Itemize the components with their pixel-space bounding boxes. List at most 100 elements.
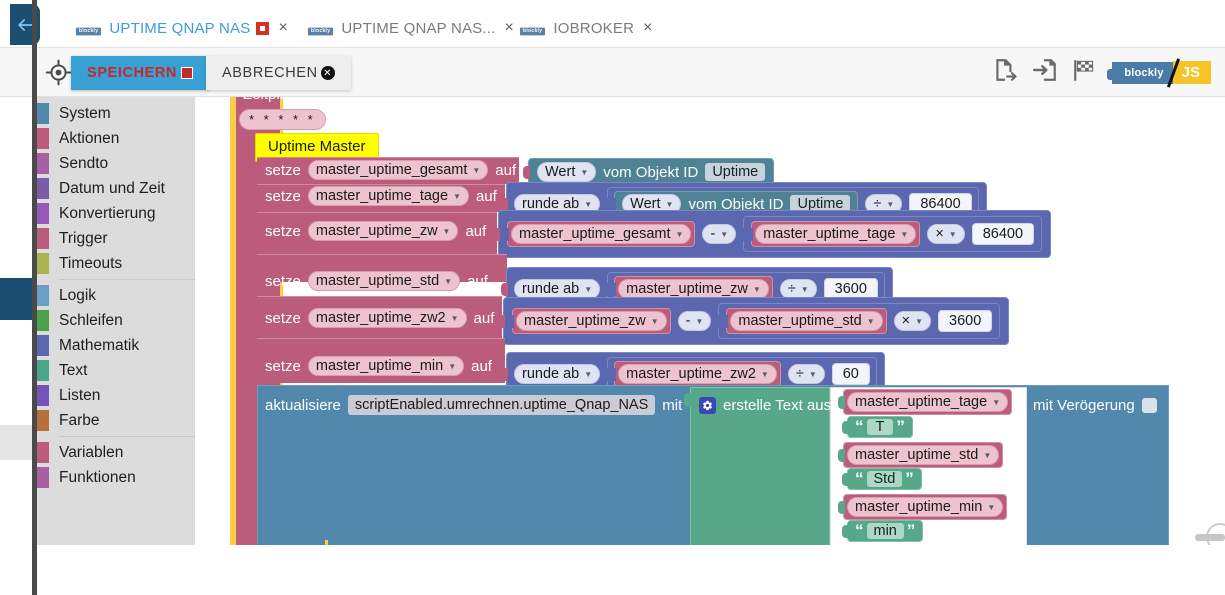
delay-row[interactable]: mit Verögerung: [1033, 397, 1157, 414]
variable-dropdown[interactable]: master_uptime_tage ▼: [307, 186, 469, 206]
variable-dropdown[interactable]: master_uptime_zw ▼: [618, 279, 769, 299]
sidebar-item-text[interactable]: Text: [37, 358, 195, 383]
variable-dropdown[interactable]: master_uptime_std ▼: [307, 271, 461, 291]
save-label: SPEICHERN: [87, 65, 177, 81]
setze-row-2[interactable]: setze master_uptime_tage ▼ auf: [265, 186, 497, 206]
text-join-item[interactable]: master_uptime_min ▼: [838, 494, 1008, 520]
variable-dropdown[interactable]: master_uptime_zw ▼: [307, 221, 459, 241]
setze-row-6[interactable]: setze master_uptime_min ▼ auf: [265, 356, 492, 376]
gear-icon[interactable]: [699, 397, 716, 414]
mode-toggle-blockly-js[interactable]: blockly JS: [1107, 58, 1211, 88]
sidebar-item-system[interactable]: System: [37, 101, 195, 126]
category-color-chip: [37, 203, 49, 224]
sidebar-item-funktionen[interactable]: Funktionen: [37, 465, 195, 490]
object-id-field[interactable]: scriptEnabled.umrechnen.uptime_Qnap_NAS: [347, 395, 656, 415]
category-color-chip: [37, 442, 49, 463]
export-file-icon[interactable]: [992, 57, 1018, 88]
text-join-item[interactable]: “ Std ”: [842, 468, 922, 490]
text-join-item[interactable]: “ T ”: [842, 416, 913, 438]
variable-get-block[interactable]: master_uptime_std ▼: [721, 308, 887, 334]
tab-uptime-qnap-nas-2[interactable]: blockly UPTIME QNAP NAS... ×: [300, 8, 523, 48]
number-field[interactable]: 60: [831, 363, 870, 385]
setze-row-4[interactable]: setze master_uptime_std ▼ auf: [265, 271, 488, 291]
category-color-chip: [37, 128, 49, 149]
variable-get-block[interactable]: master_uptime_zw2 ▼: [609, 361, 781, 387]
chevron-down-icon: ▼: [650, 316, 659, 326]
operator-dropdown[interactable]: - ▼: [702, 224, 737, 244]
variable-get-block[interactable]: master_uptime_zw ▼: [507, 308, 671, 334]
sidebar-item-farbe[interactable]: Farbe: [37, 408, 195, 433]
chevron-down-icon: ▼: [800, 284, 809, 294]
scrollbar-thumb[interactable]: [1195, 534, 1225, 541]
operator-dropdown[interactable]: × ▼: [893, 311, 931, 331]
multiplication-block-5[interactable]: master_uptime_std ▼ × ▼ 3600: [713, 303, 1001, 339]
number-field[interactable]: 86400: [971, 223, 1035, 245]
save-button[interactable]: SPEICHERN: [71, 56, 209, 90]
sidebar-item-variablen[interactable]: Variablen: [37, 440, 195, 465]
subtraction-block-3[interactable]: master_uptime_gesamt ▼ - ▼ master_uptime_t…: [493, 210, 1052, 258]
chevron-down-icon: ▼: [450, 313, 459, 323]
operator-dropdown[interactable]: ÷ ▼: [779, 279, 817, 299]
text-field[interactable]: Std: [866, 471, 903, 487]
setze-row-5[interactable]: setze master_uptime_zw2 ▼ auf: [265, 308, 494, 328]
sidebar-item-konvertierung[interactable]: Konvertierung: [37, 201, 195, 226]
variable-get-block[interactable]: master_uptime_gesamt ▼: [502, 221, 696, 247]
round-dropdown[interactable]: runde ab ▼: [514, 364, 601, 384]
sidebar-item-label: Logik: [59, 286, 97, 304]
setze-row-1[interactable]: setze master_uptime_gesamt ▼ auf: [265, 160, 516, 180]
sidebar-item-trigger[interactable]: Trigger: [37, 226, 195, 251]
text-join-item[interactable]: master_uptime_std ▼: [838, 442, 1004, 468]
variable-dropdown[interactable]: master_uptime_gesamt ▼: [511, 224, 692, 244]
number-field[interactable]: 3600: [938, 310, 993, 332]
sidebar-item-label: Variablen: [59, 443, 124, 461]
variable-dropdown[interactable]: master_uptime_zw2 ▼: [307, 308, 467, 328]
variable-dropdown[interactable]: master_uptime_zw2 ▼: [618, 364, 777, 384]
subtraction-block-5[interactable]: master_uptime_zw ▼ - ▼ master_uptime_std ▼ …: [498, 297, 1010, 345]
tab-iobroker[interactable]: blockly IOBROKER ×: [512, 8, 661, 48]
cancel-button[interactable]: ABBRECHEN ✕: [206, 56, 351, 90]
text-field[interactable]: T: [866, 419, 894, 435]
round-dropdown[interactable]: runde ab ▼: [514, 279, 601, 299]
text-join-header[interactable]: erstelle Text aus: [699, 397, 831, 414]
blockly-workspace[interactable]: Zeitplan * * * * * Uptime Master setze m…: [195, 97, 1225, 545]
variable-dropdown[interactable]: master_uptime_gesamt ▼: [307, 160, 489, 180]
sidebar-item-datum-und-zeit[interactable]: Datum und Zeit: [37, 176, 195, 201]
variable-dropdown[interactable]: master_uptime_tage ▼: [755, 224, 917, 244]
setze-row-3[interactable]: setze master_uptime_zw ▼ auf: [265, 221, 486, 241]
sidebar-item-sendto[interactable]: Sendto: [37, 151, 195, 176]
tab-uptime-qnap-nas[interactable]: blockly UPTIME QNAP NAS ×: [68, 8, 297, 52]
operator-dropdown[interactable]: × ▼: [927, 224, 965, 244]
operator-dropdown[interactable]: ÷ ▼: [787, 364, 825, 384]
multiplication-block-3[interactable]: master_uptime_tage ▼ × ▼ 86400: [738, 216, 1043, 252]
tab-close-icon[interactable]: ×: [640, 19, 655, 37]
sidebar-item-logik[interactable]: Logik: [37, 283, 195, 308]
sidebar-item-aktionen[interactable]: Aktionen: [37, 126, 195, 151]
value-dropdown[interactable]: Wert ▼: [537, 162, 597, 182]
sidebar-item-schleifen[interactable]: Schleifen: [37, 308, 195, 333]
tab-close-icon[interactable]: ×: [275, 19, 290, 37]
variable-dropdown[interactable]: master_uptime_min ▼: [307, 356, 465, 376]
horizontal-scrollbar[interactable]: [195, 533, 1225, 541]
sidebar-item-label: Farbe: [59, 411, 100, 429]
keyword-label: setze: [265, 309, 301, 327]
sidebar-item-timeouts[interactable]: Timeouts: [37, 251, 195, 276]
checkered-flag-icon[interactable]: [1072, 57, 1098, 88]
variable-dropdown[interactable]: master_uptime_tage ▼: [847, 392, 1009, 412]
operator-dropdown[interactable]: - ▼: [677, 311, 712, 331]
chevron-down-icon: ▼: [584, 284, 593, 294]
text-join-item[interactable]: master_uptime_tage ▼: [838, 389, 1013, 415]
sidebar-item-mathematik[interactable]: Mathematik: [37, 333, 195, 358]
cron-field[interactable]: * * * * *: [239, 109, 326, 130]
variable-dropdown[interactable]: master_uptime_std ▼: [847, 445, 1000, 465]
variable-dropdown[interactable]: master_uptime_zw ▼: [516, 311, 667, 331]
variable-dropdown[interactable]: master_uptime_min ▼: [847, 497, 1004, 517]
crosshair-icon[interactable]: [45, 59, 72, 91]
sidebar-item-label: Sendto: [59, 154, 109, 172]
aktualisiere-row[interactable]: aktualisiere scriptEnabled.umrechnen.upt…: [265, 395, 682, 415]
variable-dropdown[interactable]: master_uptime_std ▼: [730, 311, 883, 331]
variable-get-block[interactable]: master_uptime_tage ▼: [746, 221, 921, 247]
import-file-icon[interactable]: [1032, 57, 1058, 88]
object-id-field[interactable]: Uptime: [705, 163, 766, 181]
sidebar-item-listen[interactable]: Listen: [37, 383, 195, 408]
delay-checkbox[interactable]: [1141, 398, 1157, 413]
